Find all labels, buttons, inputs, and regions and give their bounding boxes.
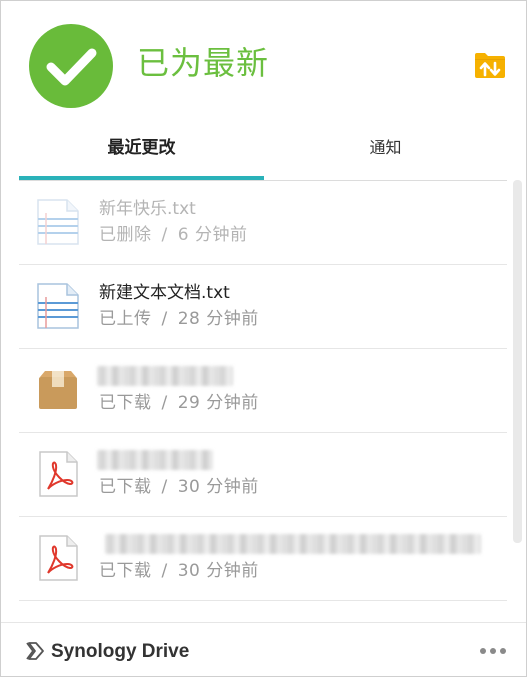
check-circle-icon [29,24,113,108]
pdf-file-icon [37,451,79,497]
footer-bar: Synology Drive [1,622,526,676]
item-filename: 新建文本文档.txt [99,283,230,303]
tab-notifications[interactable]: 通知 [264,126,507,179]
status-header: 已为最新 [1,1,526,126]
pdf-file-icon [37,535,79,581]
text-file-icon [37,283,79,329]
item-status: 已下载/29 分钟前 [99,393,259,413]
app-name: Synology Drive [51,641,190,662]
tab-notifications-label: 通知 [369,138,402,157]
list-item[interactable]: 已下载/30 分钟前 [19,432,507,517]
synology-drive-logo-icon [25,641,45,661]
tab-recent-changes[interactable]: 最近更改 [19,126,264,180]
redacted-filename [105,534,481,554]
list-item[interactable]: 新建文本文档.txt 已上传/28 分钟前 [19,264,507,349]
redacted-filename [97,366,233,386]
item-status: 已下载/30 分钟前 [99,561,259,581]
list-scrollbar[interactable] [513,180,522,543]
item-status: 已下载/30 分钟前 [99,477,259,497]
list-item[interactable]: 新年快乐.txt 已删除/6 分钟前 [19,180,507,265]
folder-sync-icon[interactable] [473,50,507,80]
sync-status-text: 已为最新 [137,44,270,82]
more-dots-icon[interactable] [477,643,509,659]
redacted-filename [97,450,213,470]
list-item[interactable]: 已下载/30 分钟前 [19,516,507,601]
item-status: 已上传/28 分钟前 [99,309,259,329]
recent-changes-list: 新年快乐.txt 已删除/6 分钟前 新建文本文档.txt 已上传/28 分钟前 [19,180,507,620]
item-status: 已删除/6 分钟前 [99,225,248,245]
archive-box-icon [37,367,79,413]
text-file-icon [37,199,79,245]
synology-drive-panel: 已为最新 最近更改 通知 新年快乐.txt 已删除 / 6 分钟前 新建文本文档… [0,0,527,677]
tab-bar: 最近更改 通知 [19,126,507,181]
item-filename: 新年快乐.txt [99,199,196,219]
list-item[interactable]: 已下载/29 分钟前 [19,348,507,433]
tab-recent-changes-label: 最近更改 [107,138,176,158]
